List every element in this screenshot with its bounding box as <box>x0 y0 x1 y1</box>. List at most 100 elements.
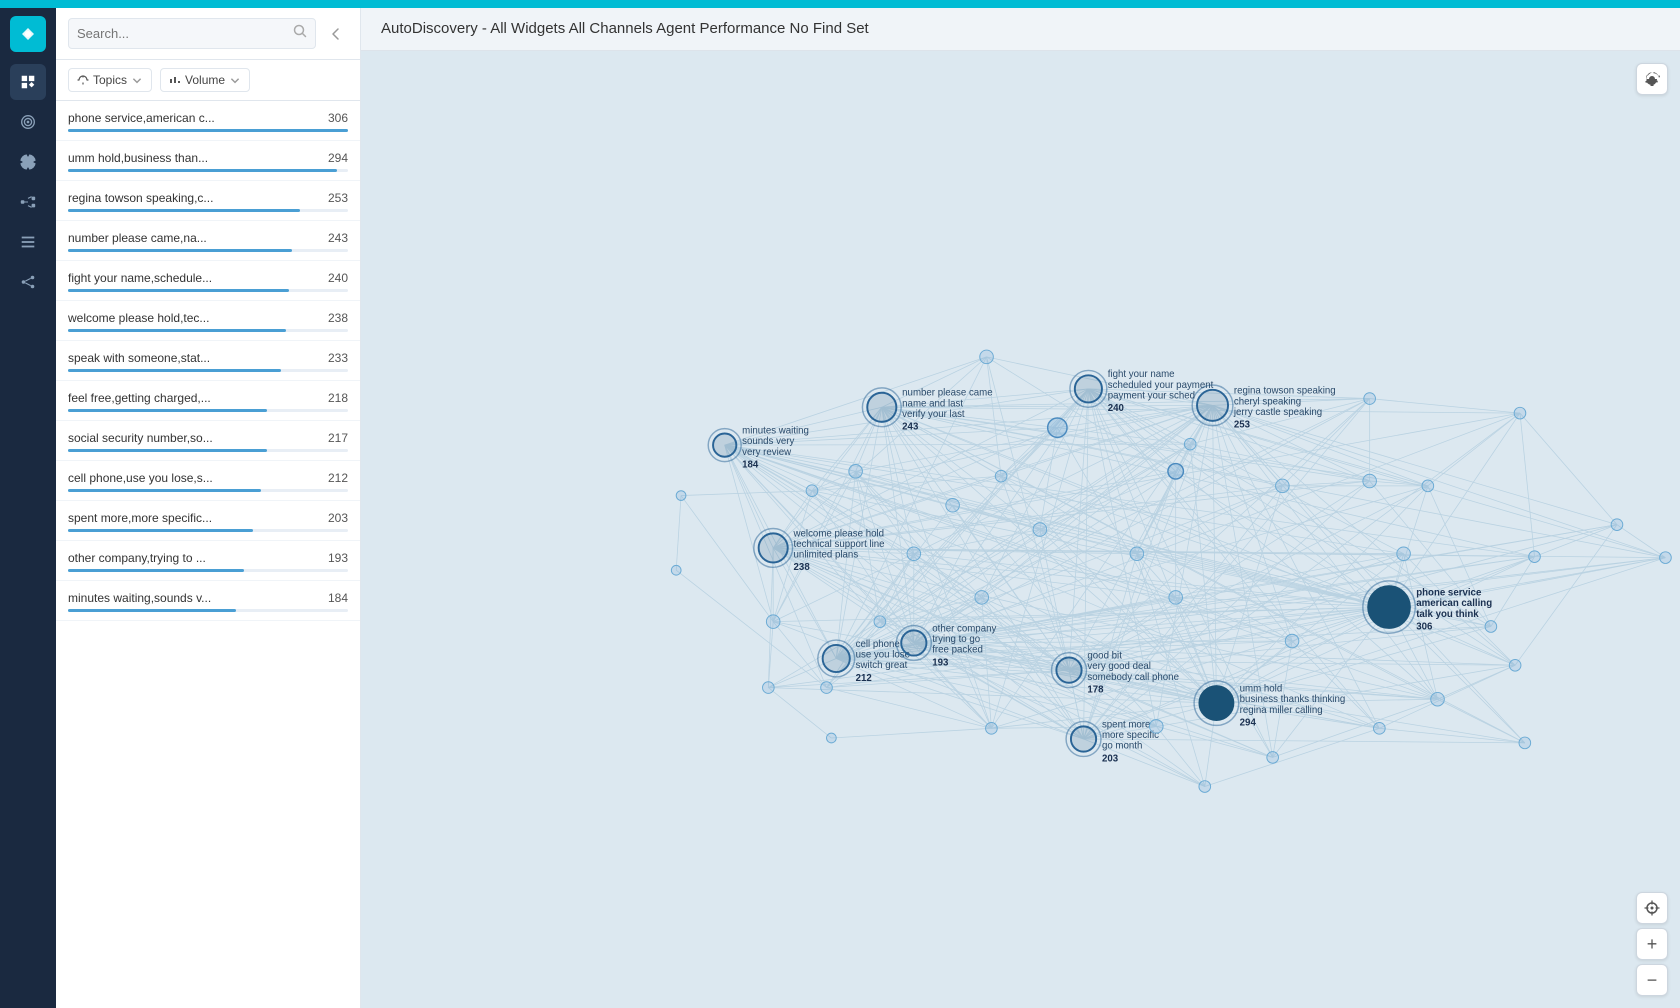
node-n26[interactable] <box>806 485 818 497</box>
node-label-text: scheduled your payment <box>1108 380 1214 391</box>
node-n14[interactable] <box>980 350 994 364</box>
list-item-label: regina towson speaking,c... <box>68 191 268 205</box>
list-item-bar-bg <box>68 449 348 452</box>
search-wrap[interactable] <box>68 18 316 49</box>
search-input[interactable] <box>77 26 287 41</box>
node-n40[interactable] <box>1509 659 1521 671</box>
locate-button[interactable] <box>1636 892 1668 924</box>
node-n19[interactable] <box>1276 479 1290 493</box>
filter-row: Topics Volume <box>56 60 360 101</box>
node-n27[interactable] <box>676 491 686 501</box>
list-item[interactable]: feel free,getting charged,... 218 <box>56 381 360 421</box>
node-label-text: talk you think <box>1416 609 1479 620</box>
list-item-label: minutes waiting,sounds v... <box>68 591 268 605</box>
list-item[interactable]: spent more,more specific... 203 <box>56 501 360 541</box>
node-label-text: umm hold <box>1240 683 1283 694</box>
list-item-bar <box>68 169 337 172</box>
nav-item-workflow[interactable] <box>10 184 46 220</box>
node-n37[interactable] <box>1611 519 1623 531</box>
node-count-text: 294 <box>1240 717 1257 728</box>
node-label-text: cheryl speaking <box>1234 396 1301 407</box>
topics-filter[interactable]: Topics <box>68 68 152 92</box>
node-count-text: 203 <box>1102 753 1119 764</box>
node-n48[interactable] <box>874 616 886 628</box>
nav-item-settings[interactable] <box>10 144 46 180</box>
node-n12[interactable] <box>1048 418 1067 437</box>
zoom-out-button[interactable]: − <box>1636 964 1668 996</box>
node-n31[interactable] <box>1169 591 1183 605</box>
nav-item-share[interactable] <box>10 264 46 300</box>
list-item-count: 306 <box>318 111 348 125</box>
node-n29[interactable] <box>821 682 833 694</box>
list-item-bar-bg <box>68 409 348 412</box>
collapse-button[interactable] <box>324 22 348 46</box>
node-n20[interactable] <box>1363 474 1377 488</box>
list-item-bar-bg <box>68 369 348 372</box>
node-n17[interactable] <box>1033 523 1047 537</box>
zoom-in-button[interactable]: + <box>1636 928 1668 960</box>
list-item-label: fight your name,schedule... <box>68 271 268 285</box>
node-n13[interactable] <box>1168 464 1184 480</box>
node-n42[interactable] <box>1374 723 1386 735</box>
list-item[interactable]: phone service,american c... 306 <box>56 101 360 141</box>
node-n34[interactable] <box>1422 480 1434 492</box>
list-item[interactable]: number please came,na... 243 <box>56 221 360 261</box>
node-n44[interactable] <box>1149 720 1163 734</box>
list-item-bar <box>68 609 236 612</box>
settings-button[interactable] <box>1636 63 1668 95</box>
list-item-bar-bg <box>68 329 348 332</box>
node-n25[interactable] <box>907 547 921 561</box>
node-n23[interactable] <box>1431 692 1445 706</box>
node-count-text: 238 <box>794 562 811 573</box>
node-n28[interactable] <box>671 565 681 575</box>
node-label-text: phone service <box>1416 587 1482 598</box>
network-graph: phone serviceamerican callingtalk you th… <box>361 51 1680 1008</box>
node-label-text: very review <box>742 447 792 458</box>
page-title: AutoDiscovery - All Widgets All Channels… <box>381 20 869 37</box>
list-item-count: 243 <box>318 231 348 245</box>
list-item[interactable]: other company,trying to ... 193 <box>56 541 360 581</box>
node-n22[interactable] <box>1285 634 1299 648</box>
nav-item-analytics[interactable] <box>10 64 46 100</box>
node-n18[interactable] <box>1130 547 1144 561</box>
node-n43[interactable] <box>1199 781 1211 793</box>
list-item[interactable]: social security number,so... 217 <box>56 421 360 461</box>
node-n24[interactable] <box>975 591 989 605</box>
list-item[interactable]: regina towson speaking,c... 253 <box>56 181 360 221</box>
node-n38[interactable] <box>1660 552 1672 564</box>
node-n46[interactable] <box>1267 752 1279 764</box>
node-n21[interactable] <box>1397 547 1411 561</box>
list-item[interactable]: welcome please hold,tec... 238 <box>56 301 360 341</box>
list-item-bar-bg <box>68 289 348 292</box>
node-n16[interactable] <box>946 498 960 512</box>
node-n41[interactable] <box>1519 737 1531 749</box>
list-item-label: umm hold,business than... <box>68 151 268 165</box>
node-n50[interactable] <box>995 470 1007 482</box>
node-n39[interactable] <box>1485 621 1497 633</box>
list-item-count: 218 <box>318 391 348 405</box>
bottom-toolbar: + − <box>1636 892 1668 996</box>
nav-item-list[interactable] <box>10 224 46 260</box>
search-icon[interactable] <box>293 24 307 43</box>
node-n32[interactable] <box>1184 438 1196 450</box>
list-item[interactable]: umm hold,business than... 294 <box>56 141 360 181</box>
list-item[interactable]: minutes waiting,sounds v... 184 <box>56 581 360 621</box>
graph-area[interactable]: phone serviceamerican callingtalk you th… <box>361 51 1680 1008</box>
node-n33[interactable] <box>1364 393 1376 405</box>
node-n36[interactable] <box>1529 551 1541 563</box>
logo[interactable] <box>10 16 46 52</box>
node-n45[interactable] <box>986 723 998 735</box>
node-n47[interactable] <box>827 733 837 743</box>
node-n49[interactable] <box>766 615 780 629</box>
node-n15[interactable] <box>849 465 863 479</box>
list-item[interactable]: cell phone,use you lose,s... 212 <box>56 461 360 501</box>
volume-filter[interactable]: Volume <box>160 68 250 92</box>
nav-item-target[interactable] <box>10 104 46 140</box>
node-n35[interactable] <box>1514 407 1526 419</box>
top-bar <box>0 0 1680 8</box>
node-count-text: 178 <box>1087 684 1104 695</box>
list-item[interactable]: fight your name,schedule... 240 <box>56 261 360 301</box>
node-n30[interactable] <box>763 682 775 694</box>
zoom-in-icon: + <box>1647 935 1658 953</box>
list-item[interactable]: speak with someone,stat... 233 <box>56 341 360 381</box>
